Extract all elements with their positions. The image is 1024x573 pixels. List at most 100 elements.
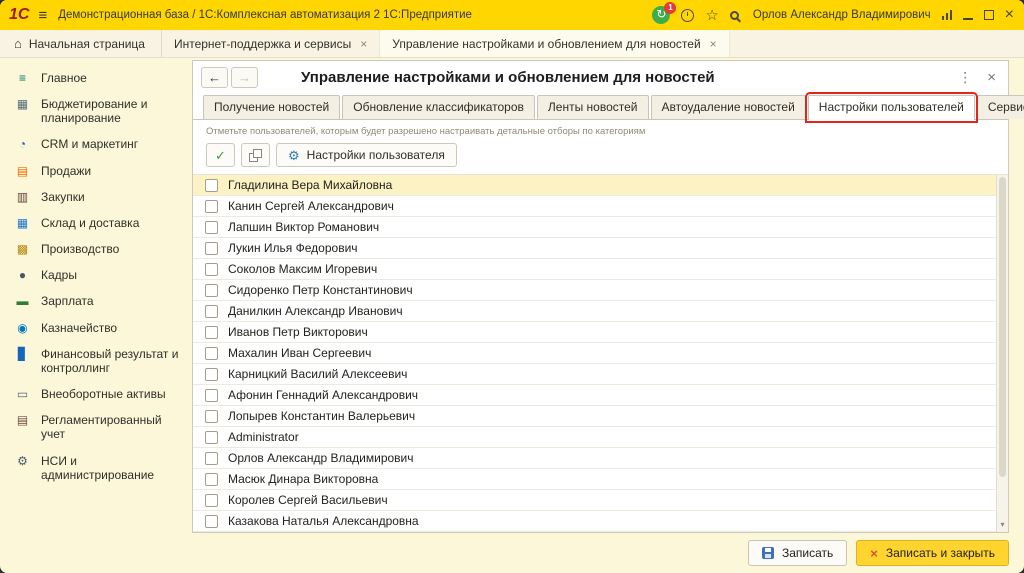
user-checkbox[interactable] bbox=[205, 494, 218, 507]
sidebar-item-label: Склад и доставка bbox=[41, 216, 139, 230]
search-icon[interactable] bbox=[730, 11, 739, 20]
sidebar-item[interactable]: ▤ Продажи bbox=[0, 158, 187, 184]
user-row[interactable]: Соколов Максим Игоревич bbox=[193, 259, 1008, 280]
user-row[interactable]: Орлов Александр Владимирович bbox=[193, 448, 1008, 469]
notification-badge: 1 bbox=[664, 2, 676, 14]
user-name: Соколов Максим Игоревич bbox=[228, 262, 377, 276]
user-row[interactable]: Сидоренко Петр Константинович bbox=[193, 280, 1008, 301]
sidebar-item[interactable]: ▩ Производство bbox=[0, 236, 187, 262]
sidebar-item[interactable]: ● Кадры bbox=[0, 262, 187, 288]
user-name: Афонин Геннадий Александрович bbox=[228, 388, 418, 402]
user-row[interactable]: Королев Сергей Васильевич bbox=[193, 490, 1008, 511]
sidebar-item[interactable]: ▭ Внеоборотные активы bbox=[0, 381, 187, 407]
user-checkbox[interactable] bbox=[205, 368, 218, 381]
titlebar-actions: ↻ 1 ☆ Орлов Александр Владимирович × bbox=[652, 6, 1014, 24]
open-form-tab[interactable]: Управление настройками и обновлением для… bbox=[380, 30, 729, 57]
sidebar-item[interactable]: ▤ Регламентированный учет bbox=[0, 407, 187, 447]
user-checkbox[interactable] bbox=[205, 305, 218, 318]
user-checkbox[interactable] bbox=[205, 242, 218, 255]
user-row[interactable]: Гладилина Вера Михайловна bbox=[193, 175, 1008, 196]
support-service-icon[interactable]: ↻ 1 bbox=[652, 6, 670, 24]
scroll-down-icon[interactable]: ▾ bbox=[997, 520, 1008, 532]
user-checkbox[interactable] bbox=[205, 284, 218, 297]
user-checkbox[interactable] bbox=[205, 431, 218, 444]
form-tabstrip: Получение новостей Обновление классифика… bbox=[193, 92, 1008, 120]
user-settings-icon: ⚙ bbox=[288, 149, 300, 162]
user-row[interactable]: Лапшин Виктор Романович bbox=[193, 217, 1008, 238]
sidebar-item-label: Кадры bbox=[41, 268, 77, 282]
form-tab[interactable]: Настройки пользователей bbox=[808, 95, 975, 120]
current-user[interactable]: Орлов Александр Владимирович bbox=[753, 9, 931, 21]
user-row[interactable]: Лукин Илья Федорович bbox=[193, 238, 1008, 259]
forward-button[interactable]: → bbox=[231, 67, 258, 88]
user-checkbox[interactable] bbox=[205, 389, 218, 402]
sidebar-item[interactable]: ▥ Закупки bbox=[0, 184, 187, 210]
user-checkbox[interactable] bbox=[205, 179, 218, 192]
sidebar-item[interactable]: ◔ CRM и маркетинг bbox=[0, 131, 187, 157]
sidebar-item[interactable]: ▦ Склад и доставка bbox=[0, 210, 187, 236]
form-tab-label: Сервис bbox=[988, 100, 1024, 114]
form-tab[interactable]: Сервис bbox=[977, 95, 1024, 119]
user-settings-button[interactable]: ⚙ Настройки пользователя bbox=[276, 143, 457, 167]
user-row[interactable]: Афонин Геннадий Александрович bbox=[193, 385, 1008, 406]
back-button[interactable]: ← bbox=[201, 67, 228, 88]
unselect-all-button[interactable] bbox=[241, 143, 270, 167]
user-checkbox[interactable] bbox=[205, 221, 218, 234]
close-window-button[interactable]: × bbox=[1005, 7, 1014, 23]
user-checkbox[interactable] bbox=[205, 452, 218, 465]
user-row[interactable]: Масюк Динара Викторовна bbox=[193, 469, 1008, 490]
user-row[interactable]: Канин Сергей Александрович bbox=[193, 196, 1008, 217]
user-row[interactable]: Махалин Иван Сергеевич bbox=[193, 343, 1008, 364]
sidebar-item-icon: ⚙ bbox=[15, 454, 30, 468]
form-tab[interactable]: Обновление классификаторов bbox=[342, 95, 535, 119]
title-bar: 1С ≡ Демонстрационная база / 1С:Комплекс… bbox=[0, 0, 1024, 30]
sidebar-item[interactable]: ▦ Бюджетирование и планирование bbox=[0, 91, 187, 131]
maximize-button[interactable] bbox=[984, 10, 994, 20]
user-checkbox[interactable] bbox=[205, 326, 218, 339]
save-button[interactable]: Записать bbox=[748, 540, 847, 566]
user-checkbox[interactable] bbox=[205, 473, 218, 486]
user-row[interactable]: Казакова Наталья Александровна bbox=[193, 511, 1008, 532]
select-all-button[interactable]: ✓ bbox=[206, 143, 235, 167]
main-menu-icon[interactable]: ≡ bbox=[38, 7, 47, 24]
user-checkbox[interactable] bbox=[205, 263, 218, 276]
user-row[interactable]: Карницкий Василий Алексеевич bbox=[193, 364, 1008, 385]
user-checkbox[interactable] bbox=[205, 515, 218, 528]
form-close-icon[interactable]: × bbox=[983, 69, 1000, 86]
form-tab[interactable]: Ленты новостей bbox=[537, 95, 649, 119]
more-menu-icon[interactable]: ⋮ bbox=[950, 69, 980, 86]
user-name: Лапшин Виктор Романович bbox=[228, 220, 379, 234]
sidebar-item-icon: ◉ bbox=[15, 321, 30, 335]
save-close-icon: × bbox=[870, 547, 878, 560]
user-row[interactable]: Administrator bbox=[193, 427, 1008, 448]
sidebar-item[interactable]: ⚙ НСИ и администрирование bbox=[0, 448, 187, 488]
home-tab[interactable]: ⌂ Начальная страница bbox=[6, 30, 162, 57]
user-checkbox[interactable] bbox=[205, 200, 218, 213]
form-tab-label: Ленты новостей bbox=[548, 100, 638, 114]
user-row[interactable]: Лопырев Константин Валерьевич bbox=[193, 406, 1008, 427]
sidebar-item[interactable]: ◉ Казначейство bbox=[0, 315, 187, 341]
tab-close-icon[interactable]: × bbox=[710, 37, 717, 51]
open-form-tab[interactable]: Интернет-поддержка и сервисы × bbox=[162, 30, 380, 57]
user-checkbox[interactable] bbox=[205, 347, 218, 360]
history-icon[interactable] bbox=[681, 9, 694, 22]
sidebar-item-icon: ▊ bbox=[15, 347, 30, 361]
user-row[interactable]: Иванов Петр Викторович bbox=[193, 322, 1008, 343]
user-checkbox[interactable] bbox=[205, 410, 218, 423]
save-close-button[interactable]: × Записать и закрыть bbox=[856, 540, 1009, 566]
minimize-button[interactable] bbox=[963, 11, 973, 20]
sidebar-item[interactable]: ≡ Главное bbox=[0, 65, 187, 91]
scrollbar-thumb[interactable] bbox=[999, 177, 1006, 477]
form-tab[interactable]: Получение новостей bbox=[203, 95, 340, 119]
tab-close-icon[interactable]: × bbox=[360, 37, 367, 51]
sidebar-item-icon: ▬ bbox=[15, 294, 30, 308]
sidebar-item[interactable]: ▊ Финансовый результат и контроллинг bbox=[0, 341, 187, 381]
sidebar-item[interactable]: ▬ Зарплата bbox=[0, 288, 187, 314]
sidebar-item-label: Продажи bbox=[41, 164, 91, 178]
favorites-icon[interactable]: ☆ bbox=[705, 8, 718, 23]
form-tab[interactable]: Автоудаление новостей bbox=[651, 95, 806, 119]
sidebar-item-icon: ▥ bbox=[15, 190, 30, 204]
scrollbar[interactable]: ▾ bbox=[996, 175, 1008, 532]
save-close-label: Записать и закрыть bbox=[886, 546, 995, 560]
user-row[interactable]: Данилкин Александр Иванович bbox=[193, 301, 1008, 322]
